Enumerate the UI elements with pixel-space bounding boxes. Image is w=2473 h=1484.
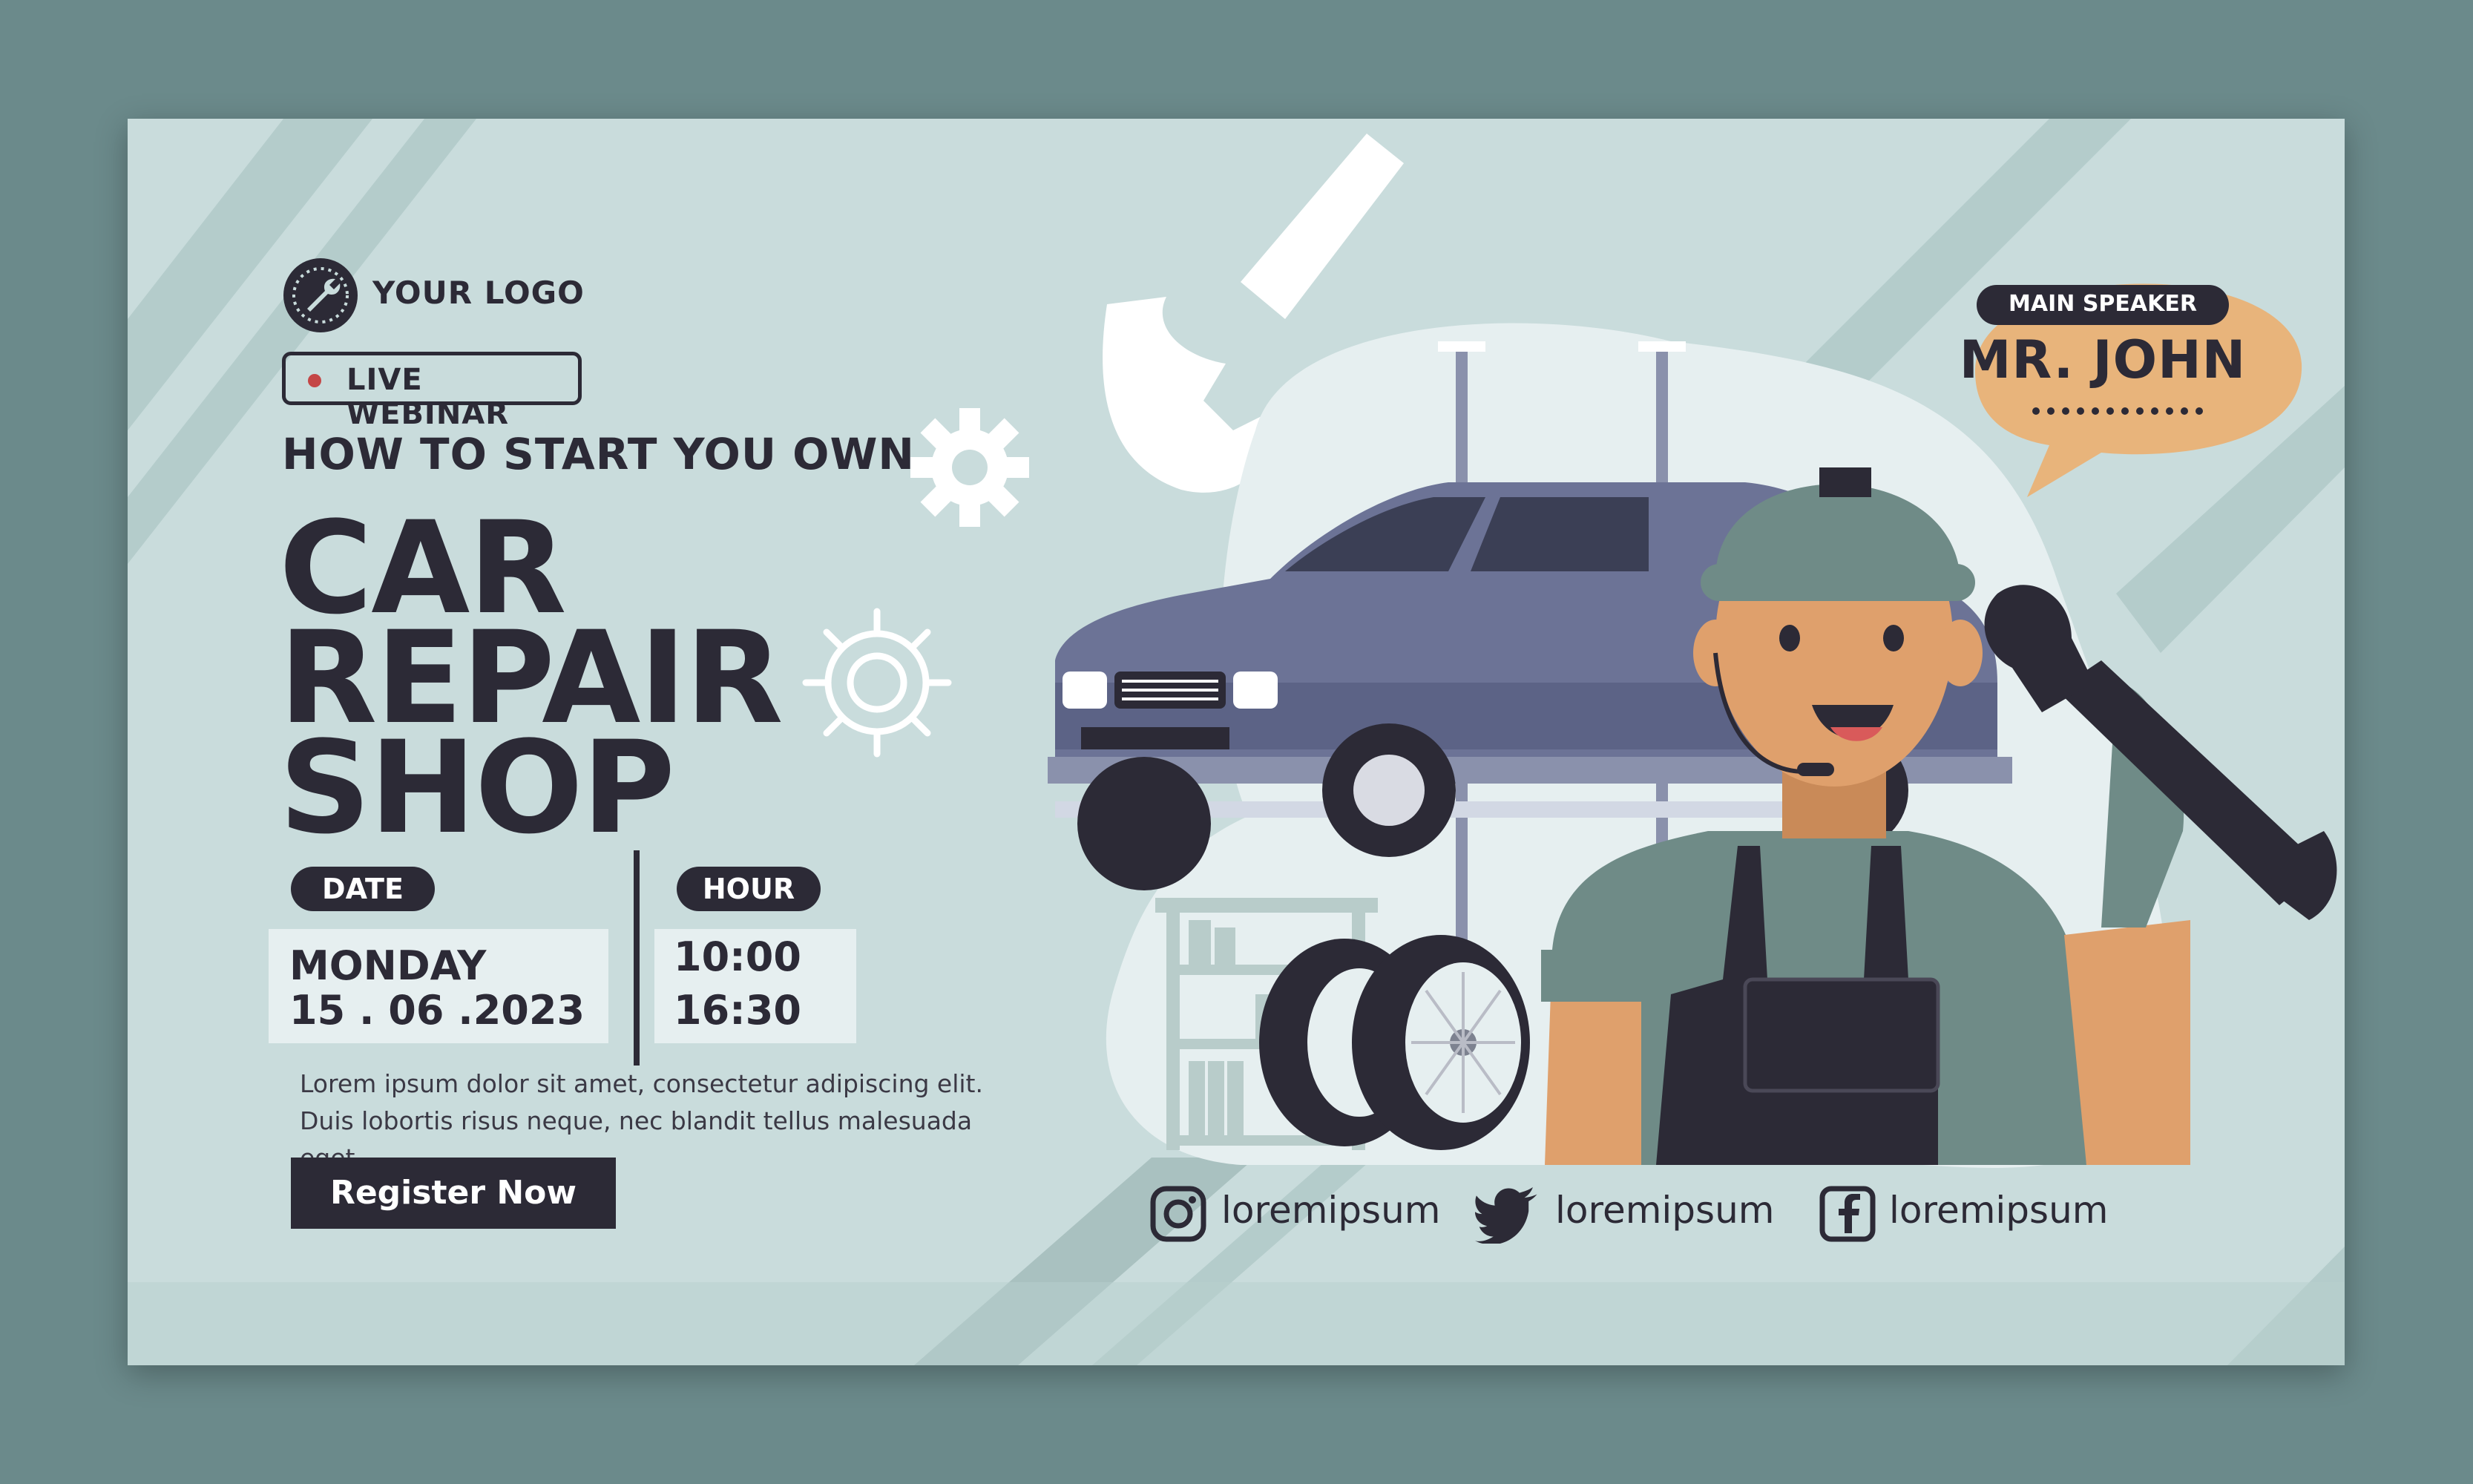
wrench-logo-icon — [283, 258, 358, 332]
hour-end: 16:30 — [674, 987, 801, 1034]
facebook-icon[interactable] — [1818, 1184, 1877, 1244]
hour-label: HOUR — [677, 867, 821, 911]
gear-outline-icon — [802, 608, 952, 758]
schedule-divider — [634, 850, 640, 1066]
headline-title-line: SHOP — [279, 713, 675, 862]
headline-subtitle: HOW TO START YOU OWN — [282, 429, 915, 479]
date-label: DATE — [291, 867, 435, 911]
speaker-label: MAIN SPEAKER — [2009, 291, 2197, 317]
live-webinar-label: LIVE WEBINAR — [347, 363, 510, 431]
live-webinar-badge: LIVE WEBINAR — [282, 352, 582, 431]
live-dot-icon — [308, 374, 321, 387]
hour-start: 10:00 — [674, 933, 801, 980]
date-value: 15 . 06 .2023 — [289, 987, 585, 1034]
gear-icon — [910, 408, 1029, 527]
date-day: MONDAY — [289, 942, 487, 989]
webinar-banner: YOUR LOGO LIVE WEBINAR HOW TO START YOU … — [128, 119, 2345, 1365]
twitter-icon[interactable] — [1475, 1187, 1542, 1244]
speaker-name: MR. JOHN — [1959, 329, 2247, 390]
twitter-handle[interactable]: loremipsum — [1555, 1189, 1774, 1232]
logo-text: YOUR LOGO — [372, 275, 585, 311]
instagram-icon[interactable] — [1149, 1184, 1208, 1244]
facebook-handle[interactable]: loremipsum — [1889, 1189, 2108, 1232]
tires — [1259, 935, 1530, 1150]
instagram-handle[interactable]: loremipsum — [1221, 1189, 1440, 1232]
register-now-button[interactable]: Register Now — [291, 1158, 616, 1229]
